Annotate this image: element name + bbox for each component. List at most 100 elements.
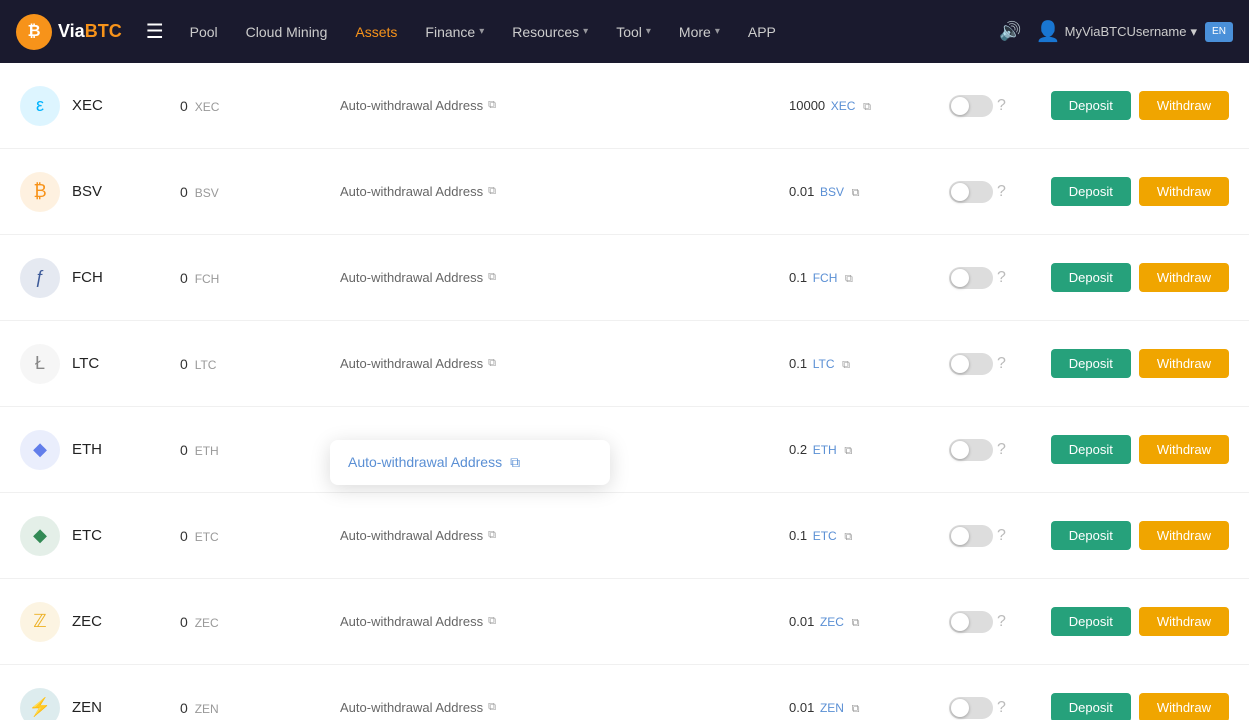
nav-resources[interactable]: Resources ▾ [500,18,600,46]
nav-tool[interactable]: Tool ▾ [604,18,663,46]
ltc-deposit-button[interactable]: Deposit [1051,349,1131,378]
bsv-threshold-link-icon[interactable]: ⧉ [852,187,860,199]
finance-chevron: ▾ [479,26,484,37]
nav-user-button[interactable]: 👤 MyViaBTCUsername ▾ [1036,19,1197,44]
ltc-withdraw-button[interactable]: Withdraw [1139,349,1229,378]
logo-icon: ₿ [16,14,52,50]
xec-external-link-icon: ⧉ [488,99,496,112]
zen-toggle[interactable] [949,697,993,719]
ltc-help-icon[interactable]: ? [997,355,1006,373]
tooltip-external-link-icon[interactable]: ⧉ [510,454,520,471]
username-label: MyViaBTCUsername [1065,24,1187,39]
xec-address-col: Auto-withdrawal Address ⧉ [340,98,789,113]
logo[interactable]: ₿ ViaBTC [16,14,122,50]
zen-icon: ⚡ [20,688,60,720]
eth-balance: 0 ETH [180,442,340,458]
fch-threshold-link-icon[interactable]: ⧉ [845,273,853,285]
coin-col-xec: ε XEC [20,86,180,126]
fch-deposit-button[interactable]: Deposit [1051,263,1131,292]
xec-withdraw-button[interactable]: Withdraw [1139,91,1229,120]
lang-label: EN [1212,26,1226,37]
fch-address-link[interactable]: Auto-withdrawal Address ⧉ [340,270,789,285]
etc-threshold-link-icon[interactable]: ⧉ [844,531,852,543]
coin-col-fch: ƒ FCH [20,258,180,298]
zec-deposit-button[interactable]: Deposit [1051,607,1131,636]
zen-withdraw-button[interactable]: Withdraw [1139,693,1229,720]
zec-toggle-col: ? [949,611,1029,633]
account-icon: 👤 [1036,19,1061,44]
nav-cloud-mining[interactable]: Cloud Mining [234,18,340,46]
eth-help-icon[interactable]: ? [997,441,1006,459]
zen-address-link[interactable]: Auto-withdrawal Address ⧉ [340,700,789,715]
nav-finance[interactable]: Finance ▾ [413,18,496,46]
zec-help-icon[interactable]: ? [997,613,1006,631]
eth-threshold-link-icon[interactable]: ⧉ [844,445,852,457]
xec-threshold-link-icon[interactable]: ⧉ [863,101,871,113]
etc-withdraw-button[interactable]: Withdraw [1139,521,1229,550]
fch-actions: Deposit Withdraw [1029,263,1229,292]
xec-help-icon[interactable]: ? [997,97,1006,115]
asset-row-zec: ℤ ZEC 0 ZEC Auto-withdrawal Address ⧉ 0.… [0,579,1249,665]
ltc-toggle[interactable] [949,353,993,375]
bsv-toggle-col: ? [949,181,1029,203]
main-content: ε XEC 0 XEC Auto-withdrawal Address ⧉ 10… [0,63,1249,720]
zen-help-icon[interactable]: ? [997,699,1006,717]
zen-threshold-link-icon[interactable]: ⧉ [852,703,860,715]
zec-threshold-link-icon[interactable]: ⧉ [852,617,860,629]
language-selector[interactable]: EN [1205,22,1233,42]
nav-pool[interactable]: Pool [178,18,230,46]
zec-toggle-thumb [951,613,969,631]
etc-toggle[interactable] [949,525,993,547]
etc-threshold: 0.1 ETC ⧉ [789,528,949,544]
bsv-deposit-button[interactable]: Deposit [1051,177,1131,206]
etc-actions: Deposit Withdraw [1029,521,1229,550]
bsv-help-icon[interactable]: ? [997,183,1006,201]
eth-deposit-button[interactable]: Deposit [1051,435,1131,464]
nav-app[interactable]: APP [736,18,788,46]
xec-deposit-button[interactable]: Deposit [1051,91,1131,120]
eth-toggle-col: ? [949,439,1029,461]
bsv-address-col: Auto-withdrawal Address ⧉ [340,184,789,199]
etc-deposit-button[interactable]: Deposit [1051,521,1131,550]
fch-withdraw-button[interactable]: Withdraw [1139,263,1229,292]
xec-address-link[interactable]: Auto-withdrawal Address ⧉ [340,98,789,113]
hamburger-menu[interactable]: ☰ [136,13,174,50]
fch-help-icon[interactable]: ? [997,269,1006,287]
fch-toggle[interactable] [949,267,993,289]
user-chevron: ▾ [1190,24,1197,40]
zec-withdraw-button[interactable]: Withdraw [1139,607,1229,636]
eth-actions: Deposit Withdraw [1029,435,1229,464]
etc-help-icon[interactable]: ? [997,527,1006,545]
ltc-threshold-link-icon[interactable]: ⧉ [842,359,850,371]
asset-row-bsv: ₿ BSV 0 BSV Auto-withdrawal Address ⧉ 0.… [0,149,1249,235]
zec-toggle[interactable] [949,611,993,633]
bsv-withdraw-button[interactable]: Withdraw [1139,177,1229,206]
ltc-address-link[interactable]: Auto-withdrawal Address ⧉ [340,356,789,371]
bsv-address-link[interactable]: Auto-withdrawal Address ⧉ [340,184,789,199]
bsv-icon: ₿ [20,172,60,212]
xec-toggle[interactable] [949,95,993,117]
coin-col-ltc: Ł LTC [20,344,180,384]
zen-deposit-button[interactable]: Deposit [1051,693,1131,720]
eth-withdraw-button[interactable]: Withdraw [1139,435,1229,464]
coin-col-etc: ◆ ETC [20,516,180,556]
xec-actions: Deposit Withdraw [1029,91,1229,120]
eth-name: ETH [72,441,102,458]
eth-toggle[interactable] [949,439,993,461]
zen-actions: Deposit Withdraw [1029,693,1229,720]
etc-icon: ◆ [20,516,60,556]
zec-address-link[interactable]: Auto-withdrawal Address ⧉ [340,614,789,629]
zen-address-col: Auto-withdrawal Address ⧉ [340,700,789,715]
bsv-external-link-icon: ⧉ [488,185,496,198]
bsv-toggle[interactable] [949,181,993,203]
sound-icon[interactable]: 🔊 [993,15,1027,48]
etc-address-link[interactable]: Auto-withdrawal Address ⧉ [340,528,789,543]
etc-name: ETC [72,527,102,544]
bsv-actions: Deposit Withdraw [1029,177,1229,206]
zec-external-link-icon: ⧉ [488,615,496,628]
fch-threshold: 0.1 FCH ⧉ [789,270,949,286]
nav-more[interactable]: More ▾ [667,18,732,46]
fch-toggle-thumb [951,269,969,287]
nav-assets[interactable]: Assets [343,18,409,46]
etc-balance: 0 ETC [180,528,340,544]
